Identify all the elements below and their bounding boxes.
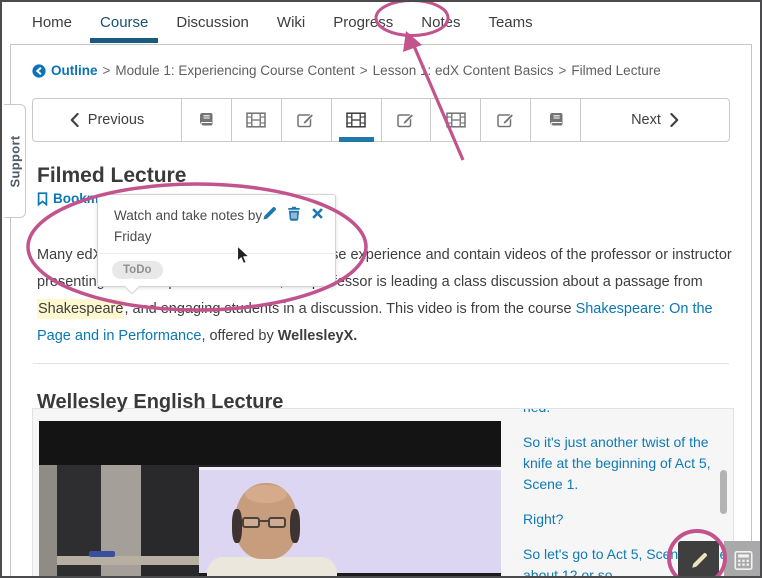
tab-discussion[interactable]: Discussion bbox=[162, 2, 263, 43]
transcript-cue-clipped[interactable]: ried. bbox=[523, 409, 728, 418]
paragraph-text: , and engaging students in a discussion.… bbox=[124, 301, 575, 317]
professor-crown bbox=[245, 485, 287, 503]
mouse-cursor-icon bbox=[236, 245, 252, 272]
film-icon bbox=[346, 112, 366, 128]
transcript-cue[interactable]: Right? bbox=[523, 509, 728, 530]
page-title: Filmed Lecture bbox=[37, 164, 186, 188]
close-popup-icon[interactable] bbox=[311, 207, 324, 220]
video-player[interactable] bbox=[39, 421, 501, 578]
tab-course[interactable]: Course bbox=[86, 2, 162, 43]
breadcrumb-trail: > Module 1: Experiencing Course Content > L… bbox=[98, 63, 661, 78]
notes-toggle-button[interactable] bbox=[678, 541, 719, 578]
edit-note-icon[interactable] bbox=[262, 206, 277, 221]
pencil-icon bbox=[689, 551, 709, 571]
popup-divider bbox=[99, 253, 334, 254]
film-icon bbox=[246, 112, 266, 128]
breadcrumb-separator: > bbox=[559, 63, 567, 78]
book-icon bbox=[547, 112, 565, 128]
sequence-unit-film-current[interactable] bbox=[331, 99, 381, 141]
professor-glasses bbox=[242, 517, 290, 528]
tab-notes[interactable]: Notes bbox=[407, 2, 474, 43]
note-popup-actions bbox=[262, 206, 324, 221]
breadcrumb-separator: > bbox=[360, 63, 368, 78]
edit-icon bbox=[497, 112, 515, 128]
paragraph-text: , offered by bbox=[201, 328, 277, 344]
support-tab-label: Support bbox=[7, 135, 22, 187]
edx-course-window: HomeCourseDiscussionWikiProgressNotesTea… bbox=[0, 0, 762, 578]
breadcrumb-outline-link[interactable]: Outline bbox=[51, 63, 98, 78]
course-link[interactable]: Shakespeare: On the bbox=[576, 301, 713, 317]
tab-home[interactable]: Home bbox=[32, 2, 86, 43]
tab-wiki[interactable]: Wiki bbox=[263, 2, 319, 43]
video-chalk-tray bbox=[57, 556, 199, 565]
main-nav: HomeCourseDiscussionWikiProgressNotesTea… bbox=[2, 2, 760, 43]
film-icon bbox=[446, 112, 466, 128]
chevron-left-icon bbox=[70, 113, 79, 127]
breadcrumb-item[interactable]: Module 1: Experiencing Course Content bbox=[115, 63, 354, 78]
breadcrumb-item[interactable]: Lesson 1: edX Content Basics bbox=[373, 63, 554, 78]
previous-button[interactable]: Previous bbox=[33, 99, 181, 141]
sequence-unit-edit[interactable] bbox=[381, 99, 431, 141]
sequence-unit-film[interactable] bbox=[231, 99, 281, 141]
video-frame-scene bbox=[39, 465, 501, 578]
transcript-cue[interactable]: So it's just another twist of the knife … bbox=[523, 432, 728, 495]
support-tab[interactable]: Support bbox=[4, 104, 26, 218]
delete-note-icon[interactable] bbox=[287, 206, 301, 221]
note-popup: Watch and take notes by Friday ToDo bbox=[97, 194, 336, 287]
sequence-unit-edit[interactable] bbox=[281, 99, 331, 141]
tab-teams[interactable]: Teams bbox=[474, 2, 546, 43]
video-wall bbox=[39, 465, 57, 578]
note-tag-badge: ToDo bbox=[112, 261, 163, 279]
sequence-unit-book[interactable] bbox=[181, 99, 231, 141]
bookmark-icon bbox=[37, 192, 48, 206]
note-text: Watch and take notes by Friday bbox=[114, 205, 274, 247]
video-unit: ried. So it's just another twist of the k… bbox=[32, 408, 734, 578]
previous-label: Previous bbox=[88, 112, 144, 128]
next-button[interactable]: Next bbox=[580, 99, 729, 141]
course-link[interactable]: Page and in Performance bbox=[37, 328, 201, 344]
paragraph-bold-text: WellesleyX. bbox=[278, 328, 358, 344]
video-eraser bbox=[89, 551, 115, 557]
breadcrumb: Outline > Module 1: Experiencing Course C… bbox=[32, 63, 740, 78]
sequence-nav: Previous Next bbox=[32, 98, 730, 142]
sequence-unit-book[interactable] bbox=[530, 99, 580, 141]
video-unit-title: Wellesley English Lecture bbox=[37, 391, 283, 414]
breadcrumb-separator: > bbox=[103, 63, 111, 78]
professor-hair bbox=[290, 509, 300, 543]
calculator-button[interactable] bbox=[724, 541, 762, 578]
sequence-units bbox=[181, 99, 580, 141]
calculator-icon bbox=[734, 551, 753, 570]
book-icon bbox=[197, 112, 215, 128]
note-highlight[interactable]: Shakespeare bbox=[37, 299, 124, 319]
edit-icon bbox=[397, 112, 415, 128]
section-divider bbox=[33, 363, 729, 364]
next-label: Next bbox=[631, 112, 661, 128]
sequence-unit-edit[interactable] bbox=[480, 99, 530, 141]
paragraph-line: Shakespeare, and engaging students in a … bbox=[37, 296, 737, 323]
professor-hair bbox=[232, 509, 242, 543]
edit-icon bbox=[297, 112, 315, 128]
transcript-scrollbar-thumb[interactable] bbox=[720, 470, 727, 514]
chevron-right-icon bbox=[670, 113, 679, 127]
breadcrumb-item[interactable]: Filmed Lecture bbox=[571, 63, 660, 78]
sequence-unit-film[interactable] bbox=[430, 99, 480, 141]
professor-shirt bbox=[207, 557, 337, 578]
tab-progress[interactable]: Progress bbox=[319, 2, 407, 43]
outline-back-icon bbox=[32, 64, 46, 78]
professor-head bbox=[235, 483, 297, 559]
paragraph-line: Page and in Performance, offered by Well… bbox=[37, 323, 737, 350]
